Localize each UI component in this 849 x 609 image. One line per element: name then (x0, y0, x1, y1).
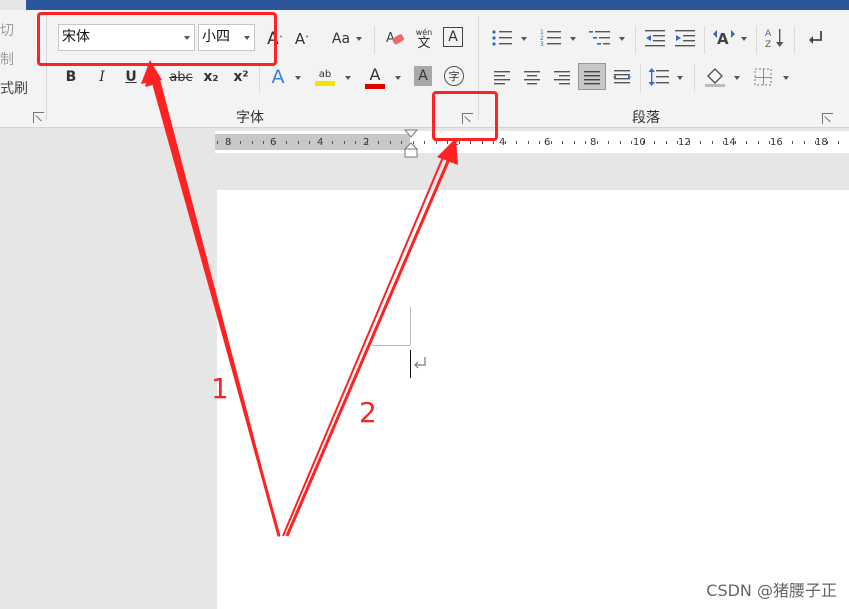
annotation-label-1: 1 (211, 372, 229, 405)
annotation-label-2: 2 (359, 396, 377, 429)
annotation-arrows (141, 60, 458, 537)
watermark: CSDN @猪腰子正 (706, 581, 837, 600)
